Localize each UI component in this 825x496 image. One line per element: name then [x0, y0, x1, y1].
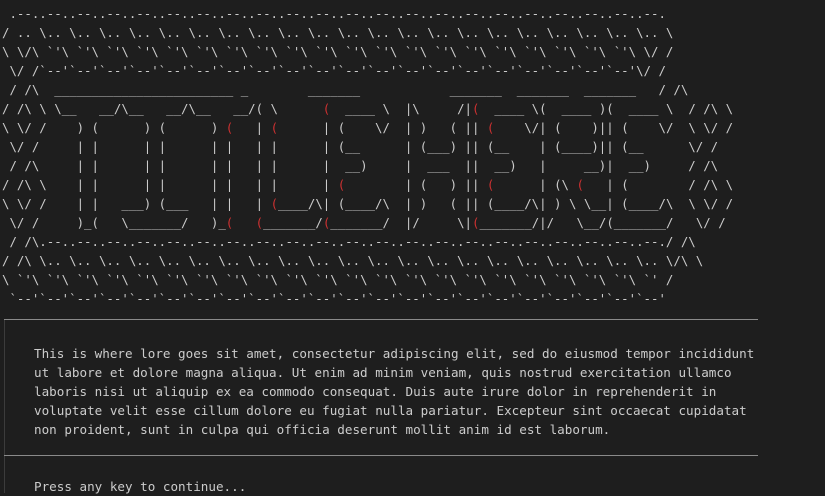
banner-line: \ \/ / | | ___) (___ | | | (____/\| (___… — [2, 194, 733, 213]
banner-accent-glyph: ( — [270, 120, 279, 135]
banner-accent-glyph: ( — [255, 215, 264, 230]
banner-glyphs: / /\ ________________________ _ _______ … — [2, 82, 696, 97]
banner-glyphs: \ \/ / ) ( ) ( ) — [2, 120, 226, 135]
lore-line: ut labore et dolore magna aliqua. Ut eni… — [34, 365, 732, 380]
lore-text-block: This is where lore goes sit amet, consec… — [34, 344, 774, 439]
banner-glyphs: | ( ) || — [345, 177, 487, 192]
title-banner-ascii-art: .--..--..--..--..--..--..--..--..--..--.… — [2, 4, 733, 308]
banner-glyphs: _______/|/ \__/(_______/ \/ / — [479, 215, 734, 230]
banner-accent-glyph: ( — [576, 177, 584, 192]
banner-glyphs: / /\ | | | | | | | | | __) | ___ || __) … — [2, 158, 726, 173]
banner-line: \ \/\ `'\ `'\ `'\ `'\ `'\ `'\ `'\ `'\ `'… — [2, 42, 733, 61]
banner-glyphs: | — [233, 120, 271, 135]
banner-line: / /\ \ | | | | | | | | | ( | ( ) || ( | … — [2, 175, 733, 194]
banner-accent-glyph: ( — [472, 215, 480, 230]
banner-glyphs: \/ / )_( \_______/ )_ — [2, 215, 226, 230]
banner-glyphs: | (\ — [494, 177, 577, 192]
banner-glyphs: ____ \ |\ /| — [330, 101, 472, 116]
banner-glyphs: / /\ \ | | | | | | | | | — [2, 177, 338, 192]
banner-line: \/ / | | | | | | | | | (__ | (___) || (_… — [2, 137, 733, 156]
banner-glyphs: \ `'\ `'\ `'\ `'\ `'\ `'\ `'\ `'\ `'\ `'… — [2, 272, 674, 287]
continue-prompt[interactable]: Press any key to continue... — [34, 477, 246, 496]
banner-glyphs: \/ /`--'`--'`--'`--'`--'`--'`--'`--'`--'… — [2, 63, 674, 78]
banner-glyphs: / /\.--..--..--..--..--..--..--..--..--.… — [2, 234, 704, 249]
banner-line: / .. \.. \.. \.. \.. \.. \.. \.. \.. \..… — [2, 23, 733, 42]
banner-glyphs — [233, 215, 255, 230]
bottom-divider — [4, 455, 758, 456]
top-divider — [4, 319, 758, 320]
lore-line: laboris nisi ut aliquip ex ea commodo co… — [34, 384, 717, 399]
banner-glyphs: _______/ — [263, 215, 323, 230]
banner-line: / /\ \ \__ __/\__ __/\__ __/( \ ( ____ \… — [2, 99, 733, 118]
banner-glyphs: \/| ( )|| ( \/ \ \/ / — [494, 120, 734, 135]
banner-line: \ \/ / ) ( ) ( ) ( | ( | ( \/ | ) ( || (… — [2, 118, 733, 137]
banner-glyphs: / .. \.. \.. \.. \.. \.. \.. \.. \.. \..… — [2, 25, 674, 40]
banner-line: \/ / )_( \_______/ )_( (_______/(_______… — [2, 213, 733, 232]
banner-glyphs: / /\ \.. \.. \.. \.. \.. \.. \.. \.. \..… — [2, 253, 704, 268]
banner-line: / /\ | | | | | | | | | __) | ___ || __) … — [2, 156, 733, 175]
banner-glyphs: `--'`--'`--'`--'`--'`--'`--'`--'`--'`--'… — [2, 291, 674, 306]
prompt-gutter — [4, 456, 5, 493]
banner-glyphs: \ \/ / | | ___) (___ | | | — [2, 196, 271, 211]
banner-line: \/ /`--'`--'`--'`--'`--'`--'`--'`--'`--'… — [2, 61, 733, 80]
banner-glyphs: | ( \/ | ) ( || — [278, 120, 487, 135]
banner-accent-glyph: ( — [270, 196, 279, 211]
banner-glyphs: _______/ |/ \| — [330, 215, 473, 230]
banner-line: / /\.--..--..--..--..--..--..--..--..--.… — [2, 232, 733, 251]
console-window[interactable]: .--..--..--..--..--..--..--..--..--..--.… — [0, 0, 825, 496]
banner-glyphs: \/ / | | | | | | | | | (__ | (___) || (_… — [2, 139, 726, 154]
lore-line: non proident, sunt in culpa qui officia … — [34, 422, 611, 437]
lore-line: voluptate velit esse cillum dolore eu fu… — [34, 403, 747, 418]
banner-glyphs: ____ \( ____ )( ____ \ / /\ \ — [479, 101, 734, 116]
lore-gutter — [4, 320, 5, 455]
banner-glyphs: | ( / /\ \ — [583, 177, 734, 192]
banner-line: `--'`--'`--'`--'`--'`--'`--'`--'`--'`--'… — [2, 289, 733, 308]
banner-glyphs: / /\ \ \__ __/\__ __/\__ __/( \ — [2, 101, 323, 116]
banner-line: / /\ ________________________ _ _______ … — [2, 80, 733, 99]
banner-line: / /\ \.. \.. \.. \.. \.. \.. \.. \.. \..… — [2, 251, 733, 270]
banner-glyphs: ____/\| (____/\ | ) ( || (____/\| ) \ \_… — [278, 196, 734, 211]
banner-glyphs: \ \/\ `'\ `'\ `'\ `'\ `'\ `'\ `'\ `'\ `'… — [2, 44, 674, 59]
banner-line: .--..--..--..--..--..--..--..--..--..--.… — [2, 4, 733, 23]
banner-line: \ `'\ `'\ `'\ `'\ `'\ `'\ `'\ `'\ `'\ `'… — [2, 270, 733, 289]
banner-glyphs: .--..--..--..--..--..--..--..--..--..--.… — [2, 6, 674, 21]
lore-line: This is where lore goes sit amet, consec… — [34, 346, 755, 361]
